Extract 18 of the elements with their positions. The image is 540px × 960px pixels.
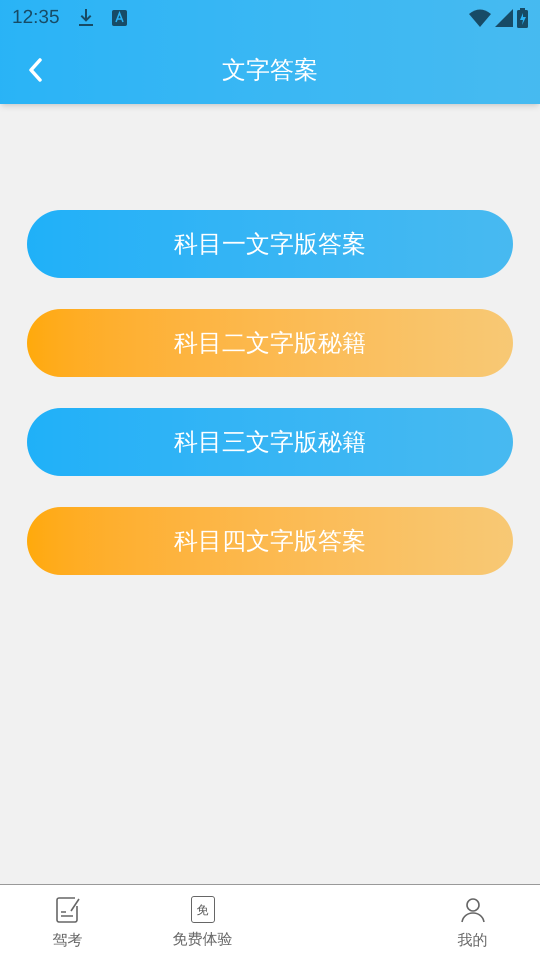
note-pencil-icon bbox=[54, 896, 80, 924]
battery-icon bbox=[517, 8, 528, 28]
answer-button[interactable]: 科目三文字版秘籍 bbox=[27, 408, 513, 476]
status-time: 12:35 bbox=[12, 6, 60, 30]
page-title: 文字答案 bbox=[222, 55, 318, 86]
signal-icon bbox=[495, 9, 513, 27]
answer-button[interactable]: 科目一文字版答案 bbox=[27, 210, 513, 278]
keyboard-a-icon bbox=[112, 10, 127, 26]
free-icon: 免 bbox=[190, 896, 214, 924]
nav-tab[interactable]: 驾考 bbox=[0, 885, 135, 960]
answer-button[interactable]: 科目四文字版答案 bbox=[27, 507, 513, 575]
nav-tab[interactable]: 免 免费体验 bbox=[135, 885, 270, 960]
back-chevron-icon bbox=[28, 58, 42, 82]
download-icon bbox=[78, 8, 94, 28]
person-icon bbox=[460, 896, 486, 924]
nav-tab[interactable]: 我的 bbox=[405, 885, 540, 960]
wifi-icon bbox=[469, 9, 491, 27]
answer-button[interactable]: 科目二文字版秘籍 bbox=[27, 309, 513, 377]
